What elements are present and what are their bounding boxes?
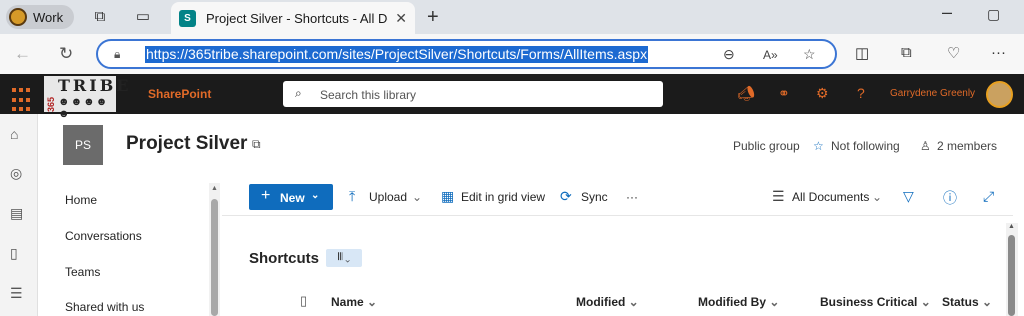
expand-icon[interactable]: ⤢: [983, 188, 994, 205]
sync-button[interactable]: Sync: [581, 190, 608, 204]
scroll-thumb[interactable]: [211, 199, 218, 316]
read-aloud-icon[interactable]: A»: [763, 48, 778, 62]
more-options-icon[interactable]: ···: [991, 44, 1006, 61]
upload-icon[interactable]: ⤒: [349, 188, 355, 205]
file-icon[interactable]: ▯: [10, 245, 18, 262]
teams-icon[interactable]: ⧉: [252, 137, 261, 152]
new-tab-icon[interactable]: +: [427, 6, 439, 29]
search-box[interactable]: ⌕ Search this library: [283, 81, 663, 107]
upload-button[interactable]: Upload: [369, 190, 407, 204]
megaphone-icon[interactable]: 📣︎: [737, 85, 755, 102]
browser-essentials-icon[interactable]: ♡: [947, 44, 960, 62]
active-tab[interactable]: S Project Silver - Shortcuts - All Doc ✕: [171, 2, 415, 34]
news-icon[interactable]: ▤: [10, 205, 23, 222]
members-icon[interactable]: ♙: [920, 139, 931, 153]
minimize-icon[interactable]: –: [942, 2, 952, 23]
plus-icon: +: [261, 187, 271, 204]
chevron-down-icon: ⌄: [311, 190, 320, 201]
refresh-icon[interactable]: ↻: [59, 44, 73, 64]
browser-tab-strip: Work ⧉ ▭ S Project Silver - Shortcuts - …: [0, 0, 1024, 34]
search-icon: ⌕: [295, 86, 302, 100]
column-header-name[interactable]: Name ⌄: [331, 295, 377, 309]
follow-button[interactable]: Not following: [831, 139, 900, 153]
favorite-star-icon[interactable]: ☆: [803, 46, 816, 63]
nav-item-shared-with-us[interactable]: Shared with us: [65, 300, 144, 314]
collections-icon[interactable]: ⧉: [901, 44, 912, 61]
upload-chevron-icon[interactable]: ⌄: [412, 190, 422, 204]
tab-actions-icon[interactable]: ▭: [134, 8, 152, 26]
left-nav-scrollbar[interactable]: ▲: [209, 183, 220, 316]
new-label: New: [280, 191, 305, 205]
column-header-modified-by[interactable]: Modified By ⌄: [698, 295, 779, 309]
site-title[interactable]: Project Silver: [126, 133, 247, 155]
zoom-icon[interactable]: ⊖: [723, 46, 735, 63]
logo-faces-icon: ☻☻☻☻☻: [58, 96, 109, 120]
command-bar-divider: [222, 215, 1013, 216]
view-chevron-icon[interactable]: ⌄: [872, 190, 882, 204]
members-button[interactable]: 2 members: [937, 139, 997, 153]
sync-icon[interactable]: ⟳: [560, 188, 572, 205]
app-launcher-icon[interactable]: [0, 74, 38, 114]
address-bar[interactable]: 🔒︎ https://365tribe.sharepoint.com/sites…: [96, 39, 837, 69]
library-title[interactable]: Shortcuts: [249, 250, 319, 267]
share-icon[interactable]: ⚭: [778, 85, 790, 102]
maximize-icon[interactable]: ▢: [987, 6, 1000, 23]
profile-button[interactable]: Work: [6, 5, 74, 29]
workspaces-icon[interactable]: ⧉: [91, 8, 109, 26]
info-icon[interactable]: ⓘ: [943, 188, 957, 208]
split-screen-icon[interactable]: ◫: [855, 44, 869, 62]
profile-label: Work: [33, 9, 64, 25]
home-icon[interactable]: ⌂: [10, 126, 18, 142]
column-header-business-critical[interactable]: Business Critical ⌄: [820, 295, 931, 309]
globe-icon[interactable]: ◎: [10, 165, 22, 182]
suite-bar: 365 TRIBE ☻☻☻☻☻ SharePoint ⌕ Search this…: [0, 74, 1024, 120]
search-placeholder: Search this library: [320, 88, 417, 102]
app-name[interactable]: SharePoint: [148, 87, 211, 101]
nav-item-conversations[interactable]: Conversations: [65, 229, 142, 243]
main-scroll-up-icon[interactable]: ▲: [1008, 223, 1015, 230]
app-rail: ⌂ ◎ ▤ ▯ ☰: [0, 114, 38, 316]
view-options-icon[interactable]: ☰: [772, 188, 785, 205]
lists-icon[interactable]: ☰: [10, 285, 23, 302]
logo-number: 365: [46, 96, 56, 112]
column-header-status[interactable]: Status ⌄: [942, 295, 992, 309]
tab-title: Project Silver - Shortcuts - All Doc: [206, 10, 388, 26]
site-logo[interactable]: PS: [63, 125, 103, 165]
profile-avatar: [9, 8, 27, 26]
view-selector[interactable]: All Documents: [792, 190, 869, 204]
lock-icon[interactable]: 🔒︎: [114, 47, 120, 62]
main-scrollbar[interactable]: ▲: [1006, 223, 1018, 316]
url-text[interactable]: https://365tribe.sharepoint.com/sites/Pr…: [145, 46, 649, 63]
browser-toolbar: ← ↻ 🔒︎ https://365tribe.sharepoint.com/s…: [0, 34, 1024, 74]
more-commands-button[interactable]: ···: [626, 190, 638, 204]
tenant-logo[interactable]: 365 TRIBE ☻☻☻☻☻: [44, 76, 128, 120]
logo-text: TRIBE: [58, 76, 132, 95]
edit-grid-view-button[interactable]: Edit in grid view: [461, 190, 545, 204]
help-icon[interactable]: ?: [857, 85, 865, 101]
column-header-modified[interactable]: Modified ⌄: [576, 295, 639, 309]
follow-star-icon[interactable]: ☆: [813, 139, 824, 153]
file-type-icon[interactable]: ▯: [300, 293, 307, 309]
new-button[interactable]: + New ⌄: [249, 184, 333, 210]
main-scroll-thumb[interactable]: [1008, 235, 1015, 316]
user-avatar[interactable]: [986, 81, 1013, 108]
nav-item-teams[interactable]: Teams: [65, 265, 100, 279]
nav-item-home[interactable]: Home: [65, 193, 97, 207]
back-icon[interactable]: ←: [14, 44, 31, 64]
library-view-icon[interactable]: 𝄃𝄃 ⌄: [326, 249, 362, 267]
scroll-up-icon[interactable]: ▲: [211, 185, 218, 192]
filter-icon[interactable]: ▽: [903, 188, 914, 205]
group-visibility: Public group: [733, 139, 800, 153]
settings-gear-icon[interactable]: ⚙: [816, 85, 829, 102]
sharepoint-favicon-icon: S: [179, 9, 196, 27]
user-name[interactable]: Garrydene Greenly: [890, 88, 975, 99]
close-tab-icon[interactable]: ✕: [395, 10, 407, 27]
grid-view-icon[interactable]: ▦: [441, 188, 454, 205]
